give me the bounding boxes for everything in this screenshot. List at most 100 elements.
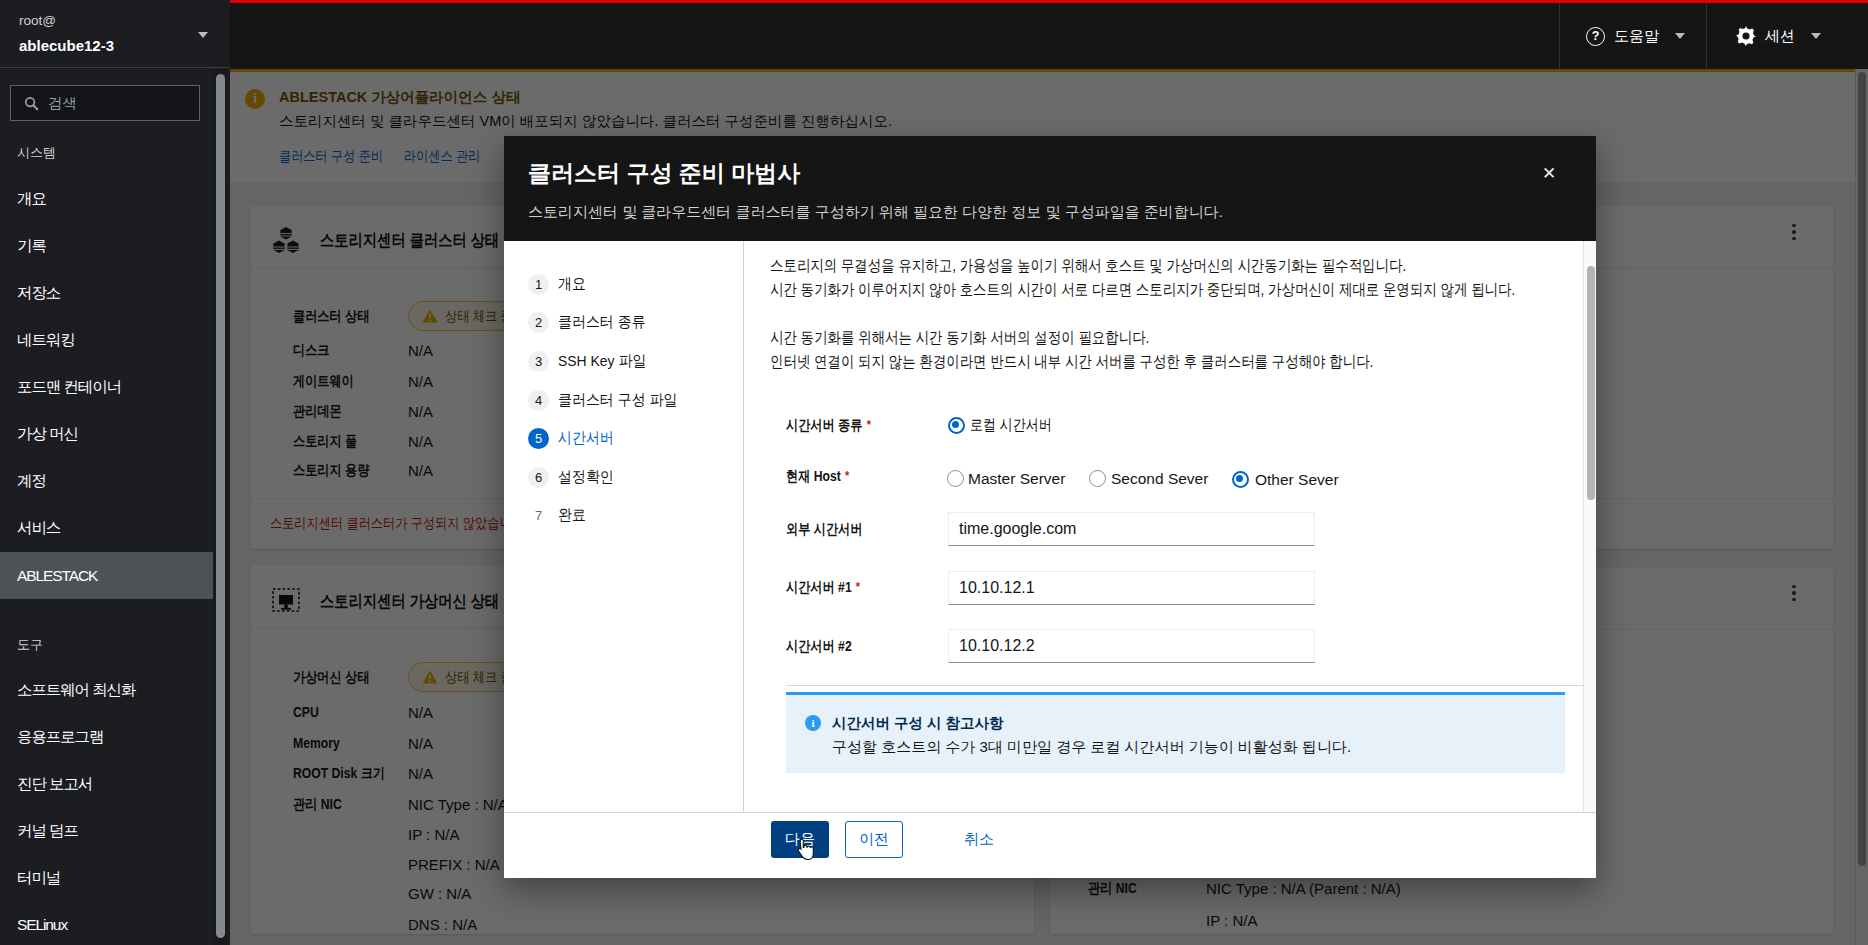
sidebar-item-applications[interactable]: 응용프로그램	[0, 714, 213, 761]
label-text: 시간서버 종류	[786, 417, 862, 433]
wizard-step-confirm[interactable]: 6 설정확인	[528, 458, 620, 496]
sidebar-item-accounts[interactable]: 계정	[0, 458, 213, 505]
modal-title: 클러스터 구성 준비 마법사	[528, 158, 800, 189]
step-label: 클러스터 종류	[558, 312, 646, 333]
info-icon: i	[805, 715, 821, 731]
master-server-radio[interactable]	[947, 470, 964, 487]
wizard-paragraph: 스토리지의 무결성을 유지하고, 가용성을 높이기 위해서 호스트 및 가상머신…	[770, 254, 1406, 278]
wizard-step-ssh-key[interactable]: 3 SSH Key 파일	[528, 342, 656, 380]
radio-label: Master Server	[968, 470, 1065, 488]
chevron-down-icon	[1811, 33, 1821, 39]
modal-description: 스토리지센터 및 클라우드센터 클러스터를 구성하기 위해 필요한 다양한 정보…	[528, 203, 1223, 222]
wizard-paragraph: 시간 동기화가 이루어지지 않아 호스트의 시간이 서로 다르면 스토리지가 중…	[770, 278, 1515, 302]
time-server-2-label: 시간서버 #2	[786, 637, 852, 655]
sidebar-scrollbar-thumb[interactable]	[216, 74, 225, 938]
sidebar-item-vm[interactable]: 가상 머신	[0, 411, 213, 458]
label-text: 시간서버 #1	[786, 579, 852, 595]
nav-section-tools: 도구	[17, 635, 197, 655]
second-server-radio[interactable]	[1089, 470, 1106, 487]
masthead-separator	[1706, 3, 1707, 69]
time-server-1-input[interactable]	[948, 571, 1315, 605]
wizard-paragraph: 시간 동기화를 위해서는 시간 동기화 서버의 설정이 필요합니다.	[770, 326, 1149, 350]
sidebar-scrollbar[interactable]	[213, 69, 227, 945]
label-text: 현재 Host	[786, 468, 841, 484]
sidebar-item-kernel-dump[interactable]: 커널 덤프	[0, 808, 213, 855]
previous-button[interactable]: 이전	[845, 821, 903, 858]
current-host-label: 현재 Host *	[786, 467, 849, 485]
step-label: 완료	[558, 505, 586, 526]
label-text: 외부 시간서버	[786, 521, 862, 537]
sidebar-item-services[interactable]: 서비스	[0, 505, 213, 552]
step-label: 클러스터 구성 파일	[558, 390, 677, 411]
wizard-nav: 1 개요 2 클러스터 종류 3 SSH Key 파일 4 클러스터 구성 파일…	[504, 241, 744, 812]
radio-label: 로컬 시간서버	[970, 416, 1052, 434]
help-icon: ?	[1586, 27, 1605, 46]
masthead: ? 도움말 세션	[230, 0, 1868, 69]
note-description: 구성할 호스트의 수가 3대 미만일 경우 로컬 시간서버 기능이 비활성화 됩…	[832, 738, 1351, 757]
step-number: 3	[528, 351, 549, 372]
step-label: 시간서버	[558, 428, 614, 449]
step-number: 7	[528, 505, 549, 526]
wizard-step-overview[interactable]: 1 개요	[528, 265, 589, 303]
session-menu[interactable]: 세션	[1736, 3, 1821, 69]
step-number: 4	[528, 390, 549, 411]
external-time-server-label: 외부 시간서버	[786, 520, 862, 538]
time-server-2-input[interactable]	[948, 629, 1315, 663]
step-number: 6	[528, 467, 549, 488]
form-divider	[786, 685, 1583, 686]
masthead-separator	[1559, 3, 1560, 69]
mouse-cursor	[795, 838, 815, 862]
help-menu[interactable]: ? 도움말	[1586, 3, 1685, 69]
radio-label: Second Sever	[1111, 470, 1208, 488]
radio-label: Other Sever	[1255, 471, 1339, 489]
sidebar: root@ ablecube12-3 검색 시스템 개요 기록 저장소 네트워킹…	[0, 0, 230, 945]
cluster-config-wizard-modal: 클러스터 구성 준비 마법사 스토리지센터 및 클라우드센터 클러스터를 구성하…	[504, 136, 1596, 878]
wizard-step-cluster-type[interactable]: 2 클러스터 종류	[528, 304, 655, 342]
gear-icon	[1736, 26, 1756, 46]
step-number: 5	[528, 428, 549, 449]
sidebar-item-networking[interactable]: 네트워킹	[0, 317, 213, 364]
help-label: 도움말	[1614, 27, 1659, 46]
wizard-paragraph: 인터넷 연결이 되지 않는 환경이라면 반드시 내부 시간 서버를 구성한 후 …	[770, 350, 1373, 374]
step-label: SSH Key 파일	[558, 351, 646, 372]
chevron-down-icon	[198, 32, 208, 38]
local-time-server-radio[interactable]	[948, 417, 965, 434]
sidebar-item-selinux[interactable]: SELinux	[0, 901, 213, 945]
note-title: 시간서버 구성 시 참고사항	[832, 714, 1004, 733]
close-icon[interactable]: ✕	[1534, 158, 1564, 188]
sidebar-item-podman[interactable]: 포드맨 컨테이너	[0, 364, 213, 411]
time-server-note-alert: i 시간서버 구성 시 참고사항 구성할 호스트의 수가 3대 미만일 경우 로…	[786, 692, 1565, 773]
sidebar-item-storage[interactable]: 저장소	[0, 270, 213, 317]
step-label: 개요	[558, 274, 586, 295]
wizard-step-done[interactable]: 7 완료	[528, 497, 589, 535]
sidebar-item-ablestack[interactable]: ABLESTACK	[0, 552, 213, 599]
external-time-server-input[interactable]	[948, 512, 1315, 546]
wizard-step-time-server[interactable]: 5 시간서버	[528, 420, 620, 458]
required-asterisk: *	[845, 468, 849, 483]
sidebar-item-diagnostic-report[interactable]: 진단 보고서	[0, 761, 213, 808]
nav-section-system: 시스템	[17, 143, 197, 163]
other-server-radio[interactable]	[1232, 471, 1249, 488]
search-icon	[24, 96, 39, 111]
step-number: 2	[528, 312, 549, 333]
wizard-scrollbar[interactable]	[1583, 241, 1596, 812]
wizard-step-cluster-config-file[interactable]: 4 클러스터 구성 파일	[528, 381, 691, 419]
sidebar-item-logs[interactable]: 기록	[0, 223, 213, 270]
host-user: root@	[19, 13, 56, 28]
time-server-type-label: 시간서버 종류 *	[786, 416, 871, 434]
wizard-footer: 다음 이전 취소	[504, 812, 1596, 878]
chevron-down-icon	[1675, 33, 1685, 39]
sidebar-item-overview[interactable]: 개요	[0, 176, 213, 223]
session-label: 세션	[1765, 27, 1795, 46]
sidebar-item-terminal[interactable]: 터미널	[0, 855, 213, 902]
required-asterisk: *	[856, 579, 860, 594]
cancel-button[interactable]: 취소	[956, 821, 1002, 858]
sidebar-item-software-updates[interactable]: 소프트웨어 최신화	[0, 667, 213, 714]
search-placeholder: 검색	[48, 94, 77, 113]
host-switcher[interactable]: root@ ablecube12-3	[0, 0, 230, 68]
required-asterisk: *	[867, 417, 871, 432]
sidebar-search-input[interactable]: 검색	[10, 85, 200, 121]
label-text: 시간서버 #2	[786, 638, 852, 654]
wizard-scrollbar-thumb[interactable]	[1587, 266, 1595, 500]
time-server-1-label: 시간서버 #1 *	[786, 578, 860, 596]
